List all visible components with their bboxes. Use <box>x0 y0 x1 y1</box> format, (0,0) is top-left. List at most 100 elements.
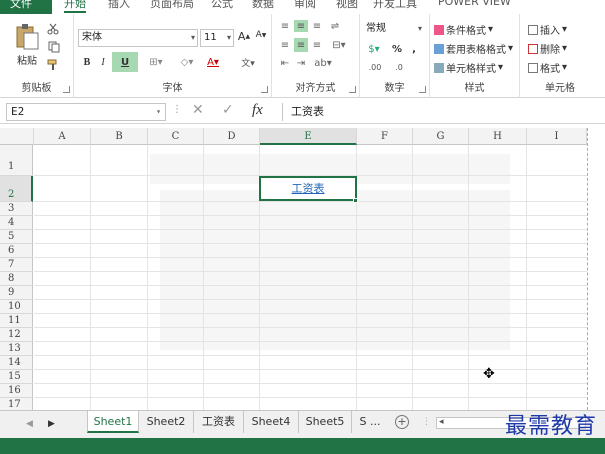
row-header[interactable]: 6 <box>0 244 33 258</box>
italic-button[interactable]: I <box>96 54 110 70</box>
fill-color-icon[interactable]: ◇▾ <box>176 54 198 70</box>
tab-file-label[interactable]: 文件 <box>10 0 32 11</box>
font-size-combo[interactable]: 11 ▾ <box>200 29 234 47</box>
column-header[interactable]: I <box>527 128 587 145</box>
font-color-icon[interactable]: A▾ <box>202 54 224 70</box>
row-header[interactable]: 15 <box>0 370 33 384</box>
currency-icon[interactable]: $▾ <box>364 42 384 56</box>
insert-function-button[interactable]: fx <box>252 102 263 119</box>
scroll-left-icon[interactable]: ◀ <box>26 419 33 429</box>
align-middle-icon[interactable]: ≡ <box>294 20 308 32</box>
percent-button[interactable]: % <box>390 42 404 56</box>
delete-cells-button[interactable]: 删除 ▾ <box>528 41 567 56</box>
row-header[interactable]: 11 <box>0 314 33 328</box>
select-all-corner[interactable] <box>0 128 34 145</box>
decrease-font-icon[interactable]: A ▼ <box>254 30 268 40</box>
sheet-tab-more[interactable]: S ... <box>352 411 388 433</box>
underline-button[interactable]: U <box>112 52 138 72</box>
column-header[interactable]: F <box>357 128 413 145</box>
cancel-icon[interactable]: ✕ <box>192 102 204 118</box>
conditional-formatting-button[interactable]: 条件格式 ▾ <box>434 22 493 37</box>
column-header[interactable]: C <box>148 128 204 145</box>
tab-insert[interactable]: 插入 <box>108 0 130 11</box>
phonetic-icon[interactable]: 文▾ <box>236 54 260 70</box>
paste-button[interactable]: 粘贴 <box>14 52 40 67</box>
active-cell-value[interactable]: 工资表 <box>292 182 325 195</box>
font-dialog-launcher[interactable] <box>261 86 268 93</box>
increase-decimal-icon[interactable]: .00 <box>364 60 386 74</box>
border-icon[interactable]: ⊞▾ <box>146 54 166 70</box>
fill-handle[interactable] <box>353 198 358 203</box>
insert-cells-button[interactable]: 插入 ▾ <box>528 22 567 37</box>
increase-font-icon[interactable]: A ▲ <box>237 30 251 43</box>
sheet-tab-sheet2[interactable]: Sheet2 <box>139 411 194 433</box>
tab-review[interactable]: 审阅 <box>294 0 316 11</box>
clipboard-dialog-launcher[interactable] <box>63 86 70 93</box>
tab-formulas[interactable]: 公式 <box>211 0 233 11</box>
column-header[interactable]: H <box>469 128 527 145</box>
add-sheet-button[interactable]: + <box>395 415 409 429</box>
column-header[interactable]: A <box>34 128 91 145</box>
orientation-icon[interactable]: ab▾ <box>312 56 334 70</box>
row-header[interactable]: 7 <box>0 258 33 272</box>
row-header[interactable]: 1 <box>0 145 33 176</box>
format-painter-icon[interactable] <box>46 58 60 72</box>
font-name-combo[interactable]: 宋体 ▾ <box>78 29 198 47</box>
tab-home[interactable]: 开始 <box>64 0 86 13</box>
scroll-right-icon[interactable]: ▶ <box>48 419 55 429</box>
row-header[interactable]: 10 <box>0 300 33 314</box>
row-header[interactable]: 9 <box>0 286 33 300</box>
row-header[interactable]: 13 <box>0 342 33 356</box>
row-header[interactable]: 14 <box>0 356 33 370</box>
comma-button[interactable]: , <box>408 42 420 56</box>
formula-input[interactable]: 工资表 <box>282 103 600 121</box>
number-format-combo[interactable]: 常规 ▾ <box>364 21 424 39</box>
cut-icon[interactable] <box>46 22 60 36</box>
sheet-tab-sheet5[interactable]: Sheet5 <box>299 411 352 433</box>
tab-developer[interactable]: 开发工具 <box>373 0 417 11</box>
number-dialog-launcher[interactable] <box>419 86 426 93</box>
row-header[interactable]: 17 <box>0 398 33 410</box>
formula-bar-menu-icon[interactable]: ⋮ <box>172 104 182 115</box>
format-as-table-button[interactable]: 套用表格格式 ▾ <box>434 41 513 56</box>
sheet-tab-sheet1[interactable]: Sheet1 <box>87 411 139 433</box>
align-left-icon[interactable]: ≡ <box>278 38 292 52</box>
copy-icon[interactable] <box>46 40 66 54</box>
row-header[interactable]: 2 <box>0 176 33 202</box>
row-header[interactable]: 16 <box>0 384 33 398</box>
column-header[interactable]: D <box>204 128 260 145</box>
merge-center-icon[interactable]: ⊟▾ <box>328 38 350 52</box>
tab-power-view[interactable]: POWER VIEW <box>438 0 511 8</box>
sheet-tab-salary[interactable]: 工资表 <box>194 411 244 433</box>
column-header-selected[interactable]: E <box>260 128 357 145</box>
row-header[interactable]: 8 <box>0 272 33 286</box>
align-center-icon[interactable]: ≡ <box>294 38 308 52</box>
tab-splitter-icon[interactable]: ⋮ <box>422 417 431 427</box>
alignment-dialog-launcher[interactable] <box>349 86 356 93</box>
wrap-text-icon[interactable]: ⇌ <box>328 20 342 32</box>
tab-page-layout[interactable]: 页面布局 <box>150 0 194 11</box>
row-header[interactable]: 4 <box>0 216 33 230</box>
sheet-tab-sheet4[interactable]: Sheet4 <box>244 411 299 433</box>
row-header[interactable]: 3 <box>0 202 33 216</box>
row-header[interactable]: 5 <box>0 230 33 244</box>
worksheet-grid[interactable]: A B C D E F G H I 1 2 3 4 5 6 7 8 9 10 11 12 13 14 15 1… <box>0 128 587 410</box>
active-cell-e2[interactable]: 工资表 <box>259 176 357 201</box>
format-cells-button[interactable]: 格式 ▾ <box>528 60 567 75</box>
decrease-indent-icon[interactable]: ⇤ <box>278 56 292 70</box>
paste-icon[interactable] <box>12 22 42 52</box>
column-header[interactable]: B <box>91 128 148 145</box>
decrease-decimal-icon[interactable]: .0 <box>388 60 410 74</box>
column-header[interactable]: G <box>413 128 469 145</box>
row-header[interactable]: 12 <box>0 328 33 342</box>
enter-icon[interactable]: ✓ <box>222 102 234 118</box>
align-top-icon[interactable]: ≡ <box>278 20 292 32</box>
name-box[interactable]: E2 ▾ <box>6 103 166 121</box>
tab-view[interactable]: 视图 <box>336 0 358 11</box>
increase-indent-icon[interactable]: ⇥ <box>294 56 308 70</box>
align-right-icon[interactable]: ≡ <box>310 38 324 52</box>
scroll-left-arrow-icon[interactable]: ◂ <box>439 417 444 427</box>
bold-button[interactable]: B <box>80 54 94 70</box>
align-bottom-icon[interactable]: ≡ <box>310 20 324 32</box>
cell-styles-button[interactable]: 单元格样式 ▾ <box>434 60 503 75</box>
